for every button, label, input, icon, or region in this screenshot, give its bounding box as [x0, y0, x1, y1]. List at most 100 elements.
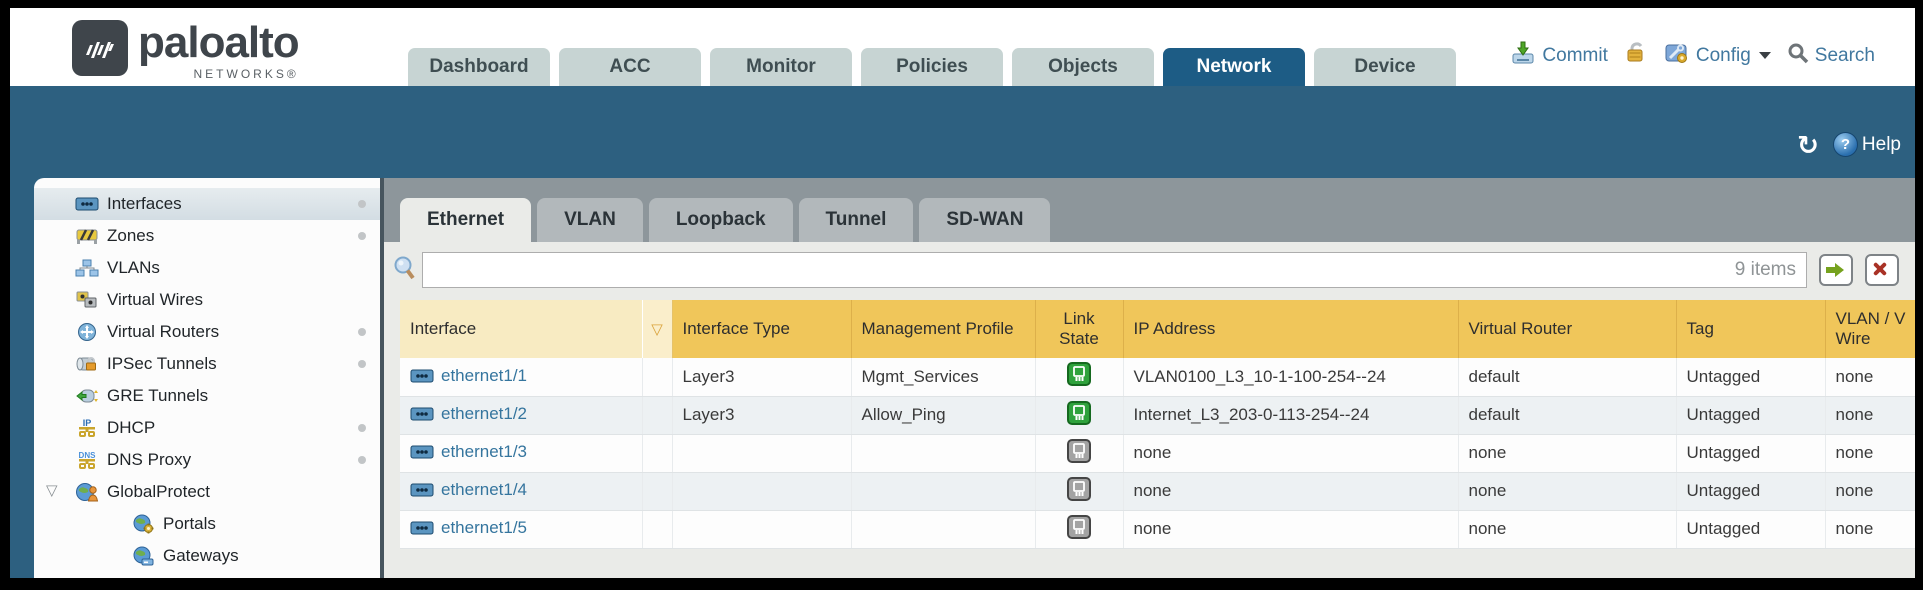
sidebar-item-globalprotect[interactable]: ▽ GlobalProtect [34, 476, 380, 508]
help-button[interactable]: ? Help [1833, 132, 1901, 157]
table-row-ethernet1-5[interactable]: ethernet1/5 none none Untagged none [400, 510, 1915, 548]
col-interface-type[interactable]: Interface Type [672, 300, 851, 358]
cell-ip: none [1123, 434, 1458, 472]
tab-device[interactable]: Device [1314, 48, 1456, 86]
sidebar-item-interfaces[interactable]: Interfaces [34, 188, 380, 220]
clear-filter-button[interactable] [1865, 254, 1899, 286]
col-interface[interactable]: Interface [400, 300, 642, 358]
sidebar-item-ipsec-tunnels[interactable]: IPSec Tunnels [34, 348, 380, 380]
top-bar: paloalto NETWORKS® Dashboard ACC Monitor… [10, 8, 1915, 86]
interface-link[interactable]: ethernet1/2 [410, 404, 527, 424]
ethernet-port-icon [410, 369, 434, 383]
filter-input[interactable] [423, 253, 1806, 287]
tab-policies[interactable]: Policies [861, 48, 1003, 86]
subtab-tunnel[interactable]: Tunnel [799, 198, 914, 242]
cell-profile: Allow_Ping [851, 396, 1035, 434]
tab-acc[interactable]: ACC [559, 48, 701, 86]
main-panel: Ethernet VLAN Loopback Tunnel SD-WAN 9 i… [384, 178, 1915, 578]
sidebar-item-partial[interactable] [34, 572, 380, 578]
subtab-ethernet[interactable]: Ethernet [400, 198, 531, 242]
sidebar-item-gateways[interactable]: Gateways [34, 540, 380, 572]
interface-link[interactable]: ethernet1/3 [410, 442, 527, 462]
tab-dashboard[interactable]: Dashboard [408, 48, 550, 86]
sidebar-item-dns-proxy[interactable]: DNS DNS Proxy [34, 444, 380, 476]
cell-vr: default [1458, 396, 1676, 434]
ethernet-port-icon [410, 521, 434, 535]
subtab-sdwan[interactable]: SD-WAN [919, 198, 1050, 242]
main-nav-tabs: Dashboard ACC Monitor Policies Objects N… [408, 48, 1456, 86]
gateways-icon [130, 546, 156, 566]
col-vlan-virtual-wire[interactable]: VLAN / V Wire [1825, 300, 1915, 358]
gre-tunnels-icon [74, 388, 100, 404]
sort-triangle-icon: ▽ [651, 321, 663, 338]
sidebar-item-portals[interactable]: Portals [34, 508, 380, 540]
cell-type: Layer3 [672, 396, 851, 434]
dhcp-icon: IP [74, 418, 100, 438]
sidebar-item-virtual-wires[interactable]: Virtual Wires [34, 284, 380, 316]
link-state-icon[interactable] [1066, 438, 1092, 469]
table-row-ethernet1-3[interactable]: ethernet1/3 none none Untagged none [400, 434, 1915, 472]
filter-input-wrap: 9 items [422, 252, 1807, 288]
link-state-icon[interactable] [1066, 514, 1092, 545]
sidebar-item-vlans[interactable]: VLANs [34, 252, 380, 284]
virtual-wires-icon [74, 291, 100, 309]
ipsec-tunnels-icon [74, 355, 100, 373]
sidebar-item-virtual-routers[interactable]: Virtual Routers [34, 316, 380, 348]
zones-icon [74, 228, 100, 244]
spacer-cell [642, 434, 672, 472]
table-row-ethernet1-1[interactable]: ethernet1/1 Layer3 Mgmt_Services VLAN010… [400, 358, 1915, 396]
link-state-icon[interactable] [1066, 361, 1092, 392]
cell-tag: Untagged [1676, 434, 1825, 472]
ethernet-port-icon [410, 445, 434, 459]
cell-type [672, 510, 851, 548]
sidebar-item-dhcp[interactable]: IP DHCP [34, 412, 380, 444]
cell-vr: none [1458, 510, 1676, 548]
cell-vr: none [1458, 472, 1676, 510]
subtab-loopback[interactable]: Loopback [649, 198, 793, 242]
apply-filter-button[interactable] [1819, 254, 1853, 286]
svg-text:IP: IP [83, 418, 92, 428]
cell-ip: VLAN0100_L3_10-1-100-254--24 [1123, 358, 1458, 396]
paloalto-logo: paloalto NETWORKS® [72, 20, 299, 81]
tab-network[interactable]: Network [1163, 48, 1305, 86]
link-state-icon[interactable] [1066, 476, 1092, 507]
cell-type [672, 434, 851, 472]
sidebar-label: Virtual Routers [107, 322, 219, 342]
network-sidebar: Interfaces Zones VLANs Virtual Wires [34, 178, 380, 578]
tab-objects[interactable]: Objects [1012, 48, 1154, 86]
lock-icon[interactable] [1624, 41, 1648, 70]
col-management-profile[interactable]: Management Profile [851, 300, 1035, 358]
col-link-state[interactable]: Link State [1035, 300, 1123, 358]
col-sort-dropdown[interactable]: ▽ [642, 300, 672, 358]
expander-triangle-icon[interactable]: ▽ [46, 481, 58, 499]
sidebar-label: Interfaces [107, 194, 182, 214]
interface-link[interactable]: ethernet1/5 [410, 518, 527, 538]
sidebar-label: Zones [107, 226, 154, 246]
search-button[interactable]: Search [1787, 42, 1875, 69]
subtab-vlan[interactable]: VLAN [537, 198, 643, 242]
interfaces-table: Interface ▽ Interface Type Management Pr… [400, 300, 1915, 549]
sidebar-label: Virtual Wires [107, 290, 203, 310]
sidebar-label: Portals [163, 514, 216, 534]
table-row-ethernet1-2[interactable]: ethernet1/2 Layer3 Allow_Ping Internet_L… [400, 396, 1915, 434]
brand-subtitle: NETWORKS® [138, 67, 299, 81]
ethernet-port-icon [74, 197, 100, 211]
col-vlan-line1: VLAN / V [1836, 309, 1916, 329]
tab-monitor[interactable]: Monitor [710, 48, 852, 86]
refresh-icon[interactable]: ↻ [1797, 134, 1819, 156]
col-ip-address[interactable]: IP Address [1123, 300, 1458, 358]
interface-link[interactable]: ethernet1/4 [410, 480, 527, 500]
sidebar-label: IPSec Tunnels [107, 354, 217, 374]
commit-button[interactable]: Commit [1510, 41, 1607, 70]
interface-link[interactable]: ethernet1/1 [410, 366, 527, 386]
link-state-icon[interactable] [1066, 400, 1092, 431]
spacer-cell [642, 510, 672, 548]
col-virtual-router[interactable]: Virtual Router [1458, 300, 1676, 358]
sidebar-item-gre-tunnels[interactable]: GRE Tunnels [34, 380, 380, 412]
table-row-ethernet1-4[interactable]: ethernet1/4 none none Untagged none [400, 472, 1915, 510]
cell-tag: Untagged [1676, 396, 1825, 434]
config-menu[interactable]: Config [1664, 41, 1771, 70]
sidebar-label: VLANs [107, 258, 160, 278]
sidebar-item-zones[interactable]: Zones [34, 220, 380, 252]
col-tag[interactable]: Tag [1676, 300, 1825, 358]
